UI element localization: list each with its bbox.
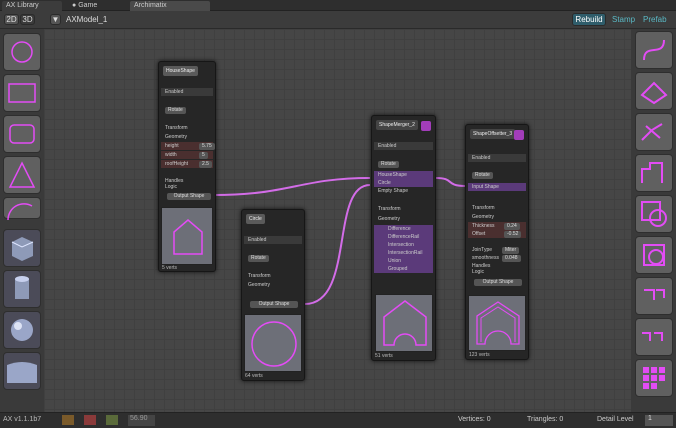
wire-circle-to-merger (304, 184, 371, 305)
corner-pair-icon[interactable] (635, 318, 673, 356)
op-row[interactable]: Union (374, 257, 433, 265)
op-row[interactable]: Difference (374, 225, 433, 233)
geometry-row: Geometry (165, 134, 187, 140)
rotate-button[interactable]: Rotate (248, 255, 269, 262)
geometry-row: Geometry (472, 214, 494, 220)
shape-distributor-icon[interactable] (635, 113, 673, 151)
input-shape[interactable]: Input Shape (468, 183, 526, 191)
verts-count: 51 verts (375, 353, 393, 359)
rotate-button[interactable]: Rotate (165, 107, 186, 114)
house-shape-node[interactable]: HouseShape Enabled Rotate Transform Geom… (158, 61, 216, 272)
input-empty-shape[interactable]: Empty Shape (374, 187, 433, 195)
shape-stairs-icon[interactable] (635, 154, 673, 192)
wires-layer (213, 177, 466, 305)
op-row[interactable]: Intersection (374, 241, 433, 249)
corner-icon[interactable] (635, 277, 673, 315)
op-row[interactable]: DifferenceRail (374, 233, 433, 241)
triangles-count: Triangles: 0 (527, 416, 564, 423)
param-value[interactable]: -0.52 (504, 231, 522, 238)
transform-row[interactable]: Transform (468, 204, 526, 212)
shape-merger-node[interactable]: ShapeMerger_2 Enabled Rotate HouseShape … (371, 115, 436, 361)
shape-preview (161, 207, 213, 265)
transform-row[interactable]: Transform (161, 124, 213, 132)
merge-icon (421, 121, 431, 131)
input-circle[interactable]: Circle (374, 179, 433, 187)
shape-offsetter-node[interactable]: ShapeOffsetter_3 Enabled Rotate Input Sh… (465, 124, 529, 360)
verts-count: 123 verts (469, 352, 490, 358)
wire-merger-to-offsetter (435, 177, 466, 187)
input-house-shape[interactable]: HouseShape (374, 171, 433, 179)
grid-icon[interactable] (106, 415, 118, 425)
rotate-button[interactable]: Rotate (378, 161, 399, 168)
jointype-dropdown[interactable]: Miter (502, 247, 520, 254)
shape-offset-outline-icon[interactable] (635, 236, 673, 274)
library-icon[interactable] (62, 415, 74, 425)
right-toolbox (632, 29, 676, 412)
output-shape-port[interactable]: Output Shape (474, 279, 522, 286)
verts-count: 5 verts (162, 265, 178, 271)
grid-repeater-icon[interactable] (635, 359, 673, 397)
output-shape-port[interactable]: Output Shape (250, 301, 298, 308)
circle-node[interactable]: Circle Enabled Rotate Transform Geometry… (241, 209, 305, 381)
logic-row[interactable]: Logic (161, 183, 213, 191)
zoom-field[interactable]: 56.90 (128, 415, 155, 426)
param-value[interactable]: 0.24 (504, 223, 520, 230)
rotate-button[interactable]: Rotate (472, 172, 493, 179)
shape-curve-icon[interactable] (635, 31, 673, 69)
param-value[interactable]: 5.75 (199, 143, 215, 150)
node-title: ShapeOffsetter_3 (470, 129, 516, 139)
param-value[interactable]: 2.5 (199, 161, 212, 168)
detail-level-input[interactable]: 1 (645, 415, 673, 426)
node-title: ShapeMerger_2 (376, 120, 418, 130)
enabled-row[interactable]: Enabled (161, 88, 213, 96)
geometry-row: Geometry (378, 216, 400, 222)
verts-count: 64 verts (245, 373, 263, 379)
shape-merge-icon[interactable] (635, 195, 673, 233)
op-row[interactable]: Grouped (374, 265, 433, 273)
op-row[interactable]: IntersectionRail (374, 249, 433, 257)
vertices-count: Vertices: 0 (458, 416, 491, 423)
enabled-row[interactable]: Enabled (468, 154, 526, 162)
detail-level-label: Detail Level (597, 416, 634, 423)
enabled-row[interactable]: Enabled (374, 142, 433, 150)
node-title: Circle (246, 214, 265, 224)
transform-row[interactable]: Transform (374, 205, 433, 213)
output-shape-port[interactable]: Output Shape (167, 193, 211, 200)
version-label: AX v1.1.1b7 (3, 416, 42, 423)
wire-house-to-merger (213, 177, 371, 196)
shape-preview (468, 295, 526, 351)
param-value[interactable]: 5 (199, 152, 208, 159)
enabled-row[interactable]: Enabled (244, 236, 302, 244)
node-title: HouseShape (163, 66, 198, 76)
geometry-row: Geometry (248, 282, 270, 288)
shape-offset-icon[interactable] (635, 72, 673, 110)
logic-row[interactable]: Logic (468, 268, 526, 276)
transform-row[interactable]: Transform (244, 272, 302, 280)
shape-preview (375, 294, 433, 352)
offset-icon (514, 130, 524, 140)
stamp-icon[interactable] (84, 415, 96, 425)
param-value[interactable]: 0.048 (502, 255, 521, 262)
status-bar: AX v1.1.1b7 56.90 Vertices: 0 Triangles:… (0, 412, 676, 428)
shape-preview (244, 314, 302, 372)
